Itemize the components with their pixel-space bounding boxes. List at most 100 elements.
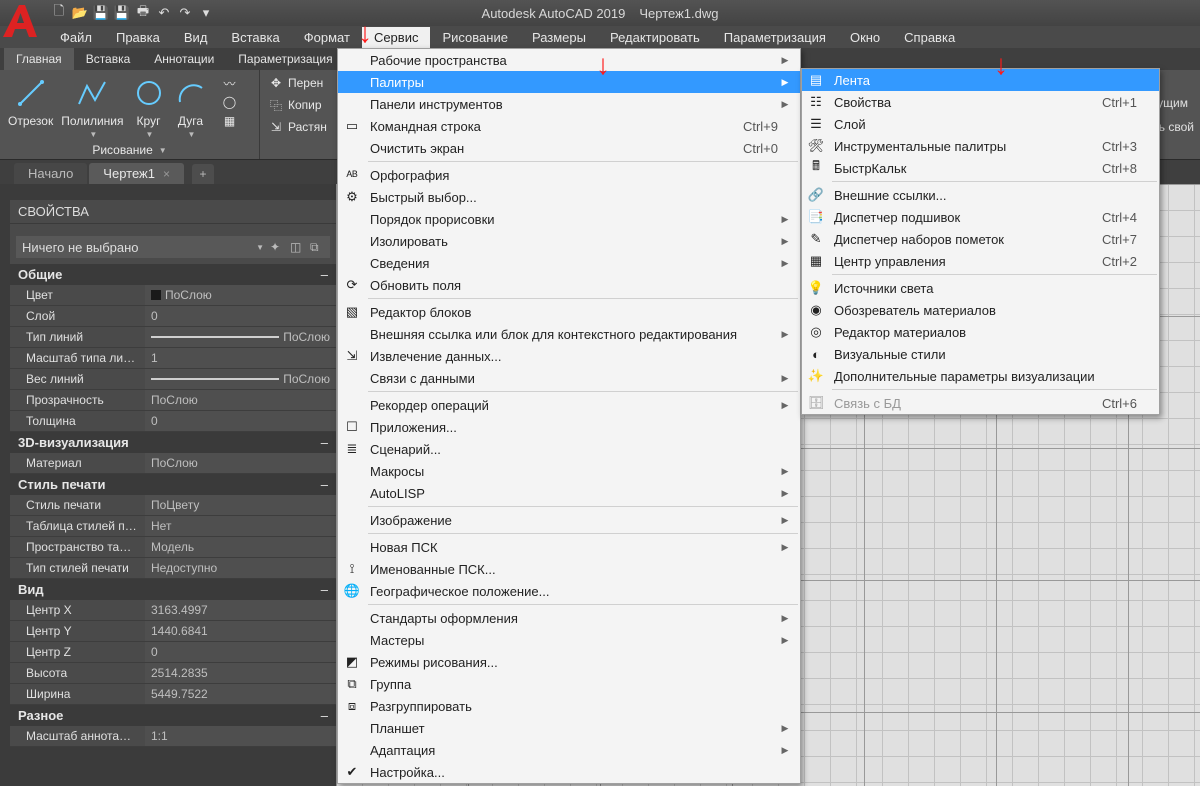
- menu-item[interactable]: ◎Редактор материалов: [802, 321, 1159, 343]
- section-header[interactable]: Разное–: [10, 705, 336, 726]
- menu-редактировать[interactable]: Редактировать: [598, 27, 712, 48]
- section-header[interactable]: Общие–: [10, 264, 336, 285]
- menu-item[interactable]: ✔Настройка...: [338, 761, 800, 783]
- menu-item[interactable]: Палитры▶: [338, 71, 800, 93]
- property-value[interactable]: 2514.2835: [145, 663, 336, 683]
- property-value[interactable]: ПоСлою: [145, 453, 336, 473]
- property-row[interactable]: Масштаб аннотаций1:1: [10, 726, 336, 747]
- ellipse-button[interactable]: ◯: [222, 93, 238, 111]
- stretch-button[interactable]: ⇲Растян: [268, 118, 329, 136]
- autocad-logo[interactable]: [0, 0, 43, 45]
- property-value[interactable]: 1:1: [145, 726, 336, 746]
- property-row[interactable]: Тип стилей печатиНедоступно: [10, 558, 336, 579]
- property-row[interactable]: ПрозрачностьПоСлою: [10, 390, 336, 411]
- property-value[interactable]: Модель: [145, 537, 336, 557]
- menu-item[interactable]: ⧈Разгруппировать: [338, 695, 800, 717]
- menu-item[interactable]: Адаптация▶: [338, 739, 800, 761]
- menu-item[interactable]: Планшет▶: [338, 717, 800, 739]
- property-value[interactable]: 0: [145, 642, 336, 662]
- menu-item[interactable]: Мастеры▶: [338, 629, 800, 651]
- menu-item[interactable]: 🌐Географическое положение...: [338, 580, 800, 602]
- menu-item[interactable]: Внешняя ссылка или блок для контекстного…: [338, 323, 800, 345]
- property-row[interactable]: Масштаб типа линий1: [10, 348, 336, 369]
- menu-item[interactable]: Рабочие пространства▶: [338, 49, 800, 71]
- menu-item[interactable]: Очистить экранCtrl+0: [338, 137, 800, 159]
- add-tab-button[interactable]: +: [192, 164, 214, 184]
- menu-item[interactable]: Изображение▶: [338, 509, 800, 531]
- menu-item[interactable]: ▤Лента: [802, 69, 1159, 91]
- menu-item[interactable]: ▧Редактор блоков: [338, 301, 800, 323]
- qat-dropdown-icon[interactable]: ▾: [197, 4, 215, 22]
- draw-panel-label[interactable]: Рисование ▼: [8, 141, 251, 157]
- property-value[interactable]: ПоСлою: [145, 327, 336, 347]
- menu-item[interactable]: Стандарты оформления▶: [338, 607, 800, 629]
- menu-item[interactable]: Панели инструментов▶: [338, 93, 800, 115]
- menu-item[interactable]: 🛠Инструментальные палитрыCtrl+3: [802, 135, 1159, 157]
- menu-item[interactable]: ☰Слой: [802, 113, 1159, 135]
- property-value[interactable]: ПоСлою: [145, 369, 336, 389]
- property-value[interactable]: 0: [145, 411, 336, 431]
- saveas-icon[interactable]: 💾: [113, 4, 131, 22]
- ribtab-2[interactable]: Аннотации: [142, 48, 226, 70]
- property-row[interactable]: Толщина0: [10, 411, 336, 432]
- menu-item[interactable]: ⇲Извлечение данных...: [338, 345, 800, 367]
- property-row[interactable]: Тип линийПоСлою: [10, 327, 336, 348]
- menu-правка[interactable]: Правка: [104, 27, 172, 48]
- menu-item[interactable]: Новая ПСК▶: [338, 536, 800, 558]
- line-button[interactable]: Отрезок: [8, 74, 53, 128]
- menu-item[interactable]: ☷СвойстваCtrl+1: [802, 91, 1159, 113]
- property-value[interactable]: 1: [145, 348, 336, 368]
- property-row[interactable]: Центр Y1440.6841: [10, 621, 336, 642]
- menu-item[interactable]: ⧉Группа: [338, 673, 800, 695]
- menu-item[interactable]: ⚙Быстрый выбор...: [338, 186, 800, 208]
- property-value[interactable]: Нет: [145, 516, 336, 536]
- property-value[interactable]: Недоступно: [145, 558, 336, 578]
- section-header[interactable]: Вид–: [10, 579, 336, 600]
- polyline-button[interactable]: Полилиния▼: [61, 74, 123, 139]
- menu-item[interactable]: Порядок прорисовки▶: [338, 208, 800, 230]
- menu-формат[interactable]: Формат: [292, 27, 362, 48]
- filter-icon[interactable]: ⧉: [310, 240, 324, 254]
- circle-button[interactable]: Круг▼: [132, 74, 166, 139]
- spline-button[interactable]: 〰: [222, 74, 238, 92]
- selection-input[interactable]: [22, 240, 254, 255]
- property-value[interactable]: ПоСлою: [145, 285, 336, 305]
- move-button[interactable]: ✥Перен: [268, 74, 329, 92]
- menu-item[interactable]: AutoLISP▶: [338, 482, 800, 504]
- menu-item[interactable]: ⟳Обновить поля: [338, 274, 800, 296]
- section-header[interactable]: Стиль печати–: [10, 474, 336, 495]
- property-row[interactable]: Стиль печатиПоЦвету: [10, 495, 336, 516]
- menu-item[interactable]: Макросы▶: [338, 460, 800, 482]
- menu-item[interactable]: Сведения▶: [338, 252, 800, 274]
- property-row[interactable]: Центр Z0: [10, 642, 336, 663]
- property-row[interactable]: Ширина5449.7522: [10, 684, 336, 705]
- menu-item[interactable]: ◐Визуальные стили: [802, 343, 1159, 365]
- menu-item[interactable]: ≣Сценарий...: [338, 438, 800, 460]
- property-row[interactable]: Таблица стилей печ...Нет: [10, 516, 336, 537]
- menu-item[interactable]: 🔗Внешние ссылки...: [802, 184, 1159, 206]
- menu-рисование[interactable]: Рисование: [430, 27, 519, 48]
- menu-item[interactable]: ⟟Именованные ПСК...: [338, 558, 800, 580]
- menu-item[interactable]: ▦Центр управленияCtrl+2: [802, 250, 1159, 272]
- menu-вставка[interactable]: Вставка: [219, 27, 291, 48]
- pick-icon[interactable]: ◫: [290, 240, 304, 254]
- menu-item[interactable]: 🖩БыстрКалькCtrl+8: [802, 157, 1159, 179]
- menu-item[interactable]: ☐Приложения...: [338, 416, 800, 438]
- property-row[interactable]: Центр X3163.4997: [10, 600, 336, 621]
- save-icon[interactable]: 💾: [92, 4, 110, 22]
- menu-сервис[interactable]: Сервис: [362, 27, 431, 48]
- new-icon[interactable]: 🗋: [50, 4, 68, 22]
- ribtab-0[interactable]: Главная: [4, 48, 74, 70]
- arc-button[interactable]: Дуга▼: [174, 74, 208, 139]
- property-row[interactable]: Высота2514.2835: [10, 663, 336, 684]
- menu-item[interactable]: ✎Диспетчер наборов пометокCtrl+7: [802, 228, 1159, 250]
- menu-item[interactable]: Связи с данными▶: [338, 367, 800, 389]
- property-value[interactable]: 3163.4997: [145, 600, 336, 620]
- property-row[interactable]: Вес линийПоСлою: [10, 369, 336, 390]
- menu-item[interactable]: ◩Режимы рисования...: [338, 651, 800, 673]
- ribtab-1[interactable]: Вставка: [74, 48, 143, 70]
- undo-icon[interactable]: ↶: [155, 4, 173, 22]
- property-value[interactable]: 5449.7522: [145, 684, 336, 704]
- menu-вид[interactable]: Вид: [172, 27, 220, 48]
- menu-item[interactable]: ▭Командная строкаCtrl+9: [338, 115, 800, 137]
